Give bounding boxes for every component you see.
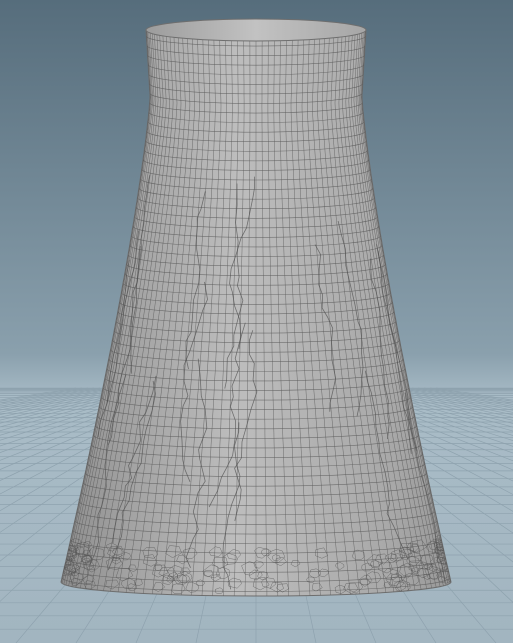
viewport-canvas[interactable] [0,0,513,643]
3d-viewport[interactable] [0,0,513,643]
tower-top-rim [145,18,367,42]
